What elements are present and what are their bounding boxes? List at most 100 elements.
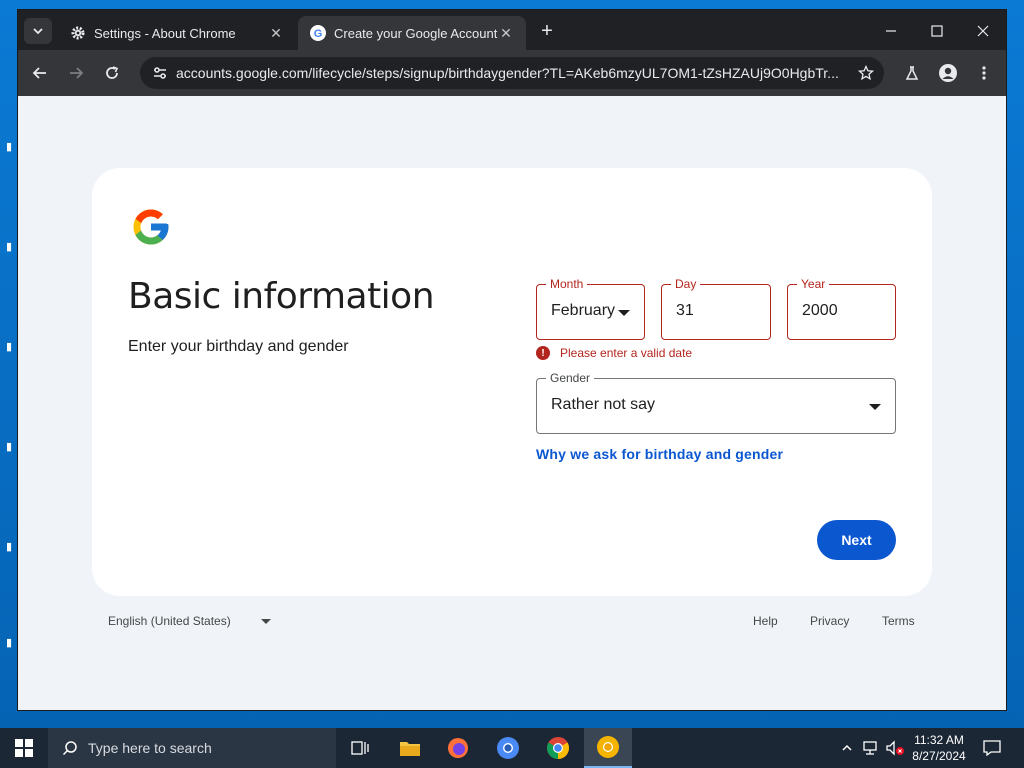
year-field[interactable]: Year 2000: [787, 277, 896, 340]
tab-title: Create your Google Account: [334, 25, 498, 41]
notifications-button[interactable]: [978, 728, 1006, 768]
day-field[interactable]: Day 31: [661, 277, 771, 340]
google-logo-icon: [133, 209, 169, 245]
taskbar-firefox[interactable]: [434, 728, 482, 768]
minimize-button[interactable]: [868, 18, 914, 44]
menu-button[interactable]: [972, 61, 996, 85]
task-view-button[interactable]: [336, 728, 384, 768]
flask-icon: [905, 66, 919, 80]
desktop-icon[interactable]: ▮: [6, 440, 18, 454]
firefox-icon: [448, 738, 468, 758]
arrow-left-icon: [32, 67, 46, 79]
notification-icon: [983, 740, 1001, 756]
desktop-icon[interactable]: ▮: [6, 240, 18, 254]
star-icon[interactable]: [854, 61, 878, 85]
desktop-icon[interactable]: ▮: [6, 540, 18, 554]
tab-search-button[interactable]: [24, 18, 52, 44]
tab-settings[interactable]: Settings - About Chrome ✕: [58, 16, 296, 50]
month-select[interactable]: Month February: [536, 277, 645, 340]
caret-down-icon: [260, 618, 271, 624]
volume-muted-icon: [886, 740, 904, 756]
error-message: Please enter a valid date: [560, 346, 693, 360]
back-button[interactable]: [28, 61, 52, 85]
profile-icon: [939, 64, 957, 82]
new-tab-button[interactable]: +: [536, 20, 558, 42]
close-icon[interactable]: ✕: [498, 25, 514, 41]
desktop-icon[interactable]: ▮: [6, 340, 18, 354]
start-button[interactable]: [0, 728, 48, 768]
page-subtitle: Enter your birthday and gender: [128, 338, 349, 355]
chevron-up-icon: [842, 744, 852, 751]
google-g-icon: G: [310, 25, 326, 41]
chrome-canary-icon: [597, 736, 619, 758]
page-title: Basic information: [128, 276, 435, 317]
help-link[interactable]: Help: [753, 614, 778, 628]
tab-create-account[interactable]: G Create your Google Account ✕: [298, 16, 526, 50]
kebab-menu-icon: [982, 66, 986, 80]
windows-logo-icon: [15, 739, 33, 757]
clock[interactable]: 11:32 AM 8/27/2024: [904, 732, 974, 764]
site-info-icon[interactable]: [148, 61, 172, 85]
volume-button[interactable]: [884, 728, 906, 768]
day-value: 31: [676, 302, 694, 319]
show-hidden-icons-button[interactable]: [838, 728, 856, 768]
why-we-ask-link[interactable]: Why we ask for birthday and gender: [536, 446, 783, 462]
profile-button[interactable]: [936, 61, 960, 85]
taskbar: Type here to search 11:32 AM 8/27/2024: [0, 728, 1024, 768]
maximize-button[interactable]: [914, 18, 960, 44]
language-select[interactable]: English (United States): [108, 614, 271, 628]
close-window-button[interactable]: [960, 18, 1006, 44]
address-bar[interactable]: accounts.google.com/lifecycle/steps/sign…: [140, 57, 884, 89]
taskbar-file-explorer[interactable]: [386, 728, 434, 768]
taskbar-search[interactable]: Type here to search: [48, 728, 336, 768]
tab-strip: Settings - About Chrome ✕ G Create your …: [18, 10, 1006, 50]
desktop-icon[interactable]: ▮: [6, 140, 18, 154]
chrome-icon: [547, 737, 569, 759]
gender-value: Rather not say: [551, 396, 656, 413]
tab-title: Settings - About Chrome: [94, 25, 236, 41]
privacy-link[interactable]: Privacy: [810, 614, 849, 628]
page-content: Basic information Enter your birthday an…: [18, 96, 1006, 710]
next-button[interactable]: Next: [817, 520, 896, 560]
task-view-icon: [351, 741, 369, 755]
maximize-icon: [931, 25, 943, 37]
month-label: Month: [546, 277, 588, 291]
page-footer: English (United States) Help Privacy Ter…: [108, 608, 928, 632]
caret-down-icon: [618, 310, 630, 316]
taskbar-chromium[interactable]: [484, 728, 532, 768]
taskbar-chrome[interactable]: [534, 728, 582, 768]
gear-icon: [70, 25, 86, 41]
year-value: 2000: [802, 302, 838, 319]
labs-button[interactable]: [900, 61, 924, 85]
url-text: accounts.google.com/lifecycle/steps/sign…: [176, 65, 839, 81]
month-value: February: [551, 302, 616, 319]
chromium-icon: [497, 737, 519, 759]
signup-card: Basic information Enter your birthday an…: [92, 168, 932, 596]
browser-toolbar: accounts.google.com/lifecycle/steps/sign…: [18, 50, 1006, 96]
folder-icon: [400, 742, 420, 756]
language-value: English (United States): [108, 614, 231, 628]
chevron-down-icon: [33, 28, 43, 35]
close-icon: [977, 25, 989, 37]
year-label: Year: [797, 277, 830, 291]
close-icon[interactable]: ✕: [268, 25, 284, 41]
gender-select[interactable]: Gender Rather not say: [536, 371, 896, 434]
svg-text:G: G: [314, 28, 323, 40]
search-icon: [60, 738, 80, 758]
reload-icon: [106, 66, 119, 79]
terms-link[interactable]: Terms: [882, 614, 915, 628]
reload-button[interactable]: [100, 61, 124, 85]
chrome-window: Settings - About Chrome ✕ G Create your …: [18, 10, 1006, 710]
taskbar-chrome-canary[interactable]: [584, 728, 632, 768]
date-error: ! Please enter a valid date: [536, 346, 692, 360]
minimize-icon: [886, 30, 896, 32]
day-label: Day: [671, 277, 701, 291]
desktop-icon[interactable]: ▮: [6, 636, 18, 650]
clock-time: 11:32 AM: [914, 733, 964, 747]
clock-date: 8/27/2024: [912, 749, 966, 763]
forward-button[interactable]: [64, 61, 88, 85]
gender-label: Gender: [546, 371, 595, 385]
error-icon: !: [536, 346, 550, 360]
network-button[interactable]: [860, 728, 882, 768]
network-icon: [863, 741, 877, 755]
